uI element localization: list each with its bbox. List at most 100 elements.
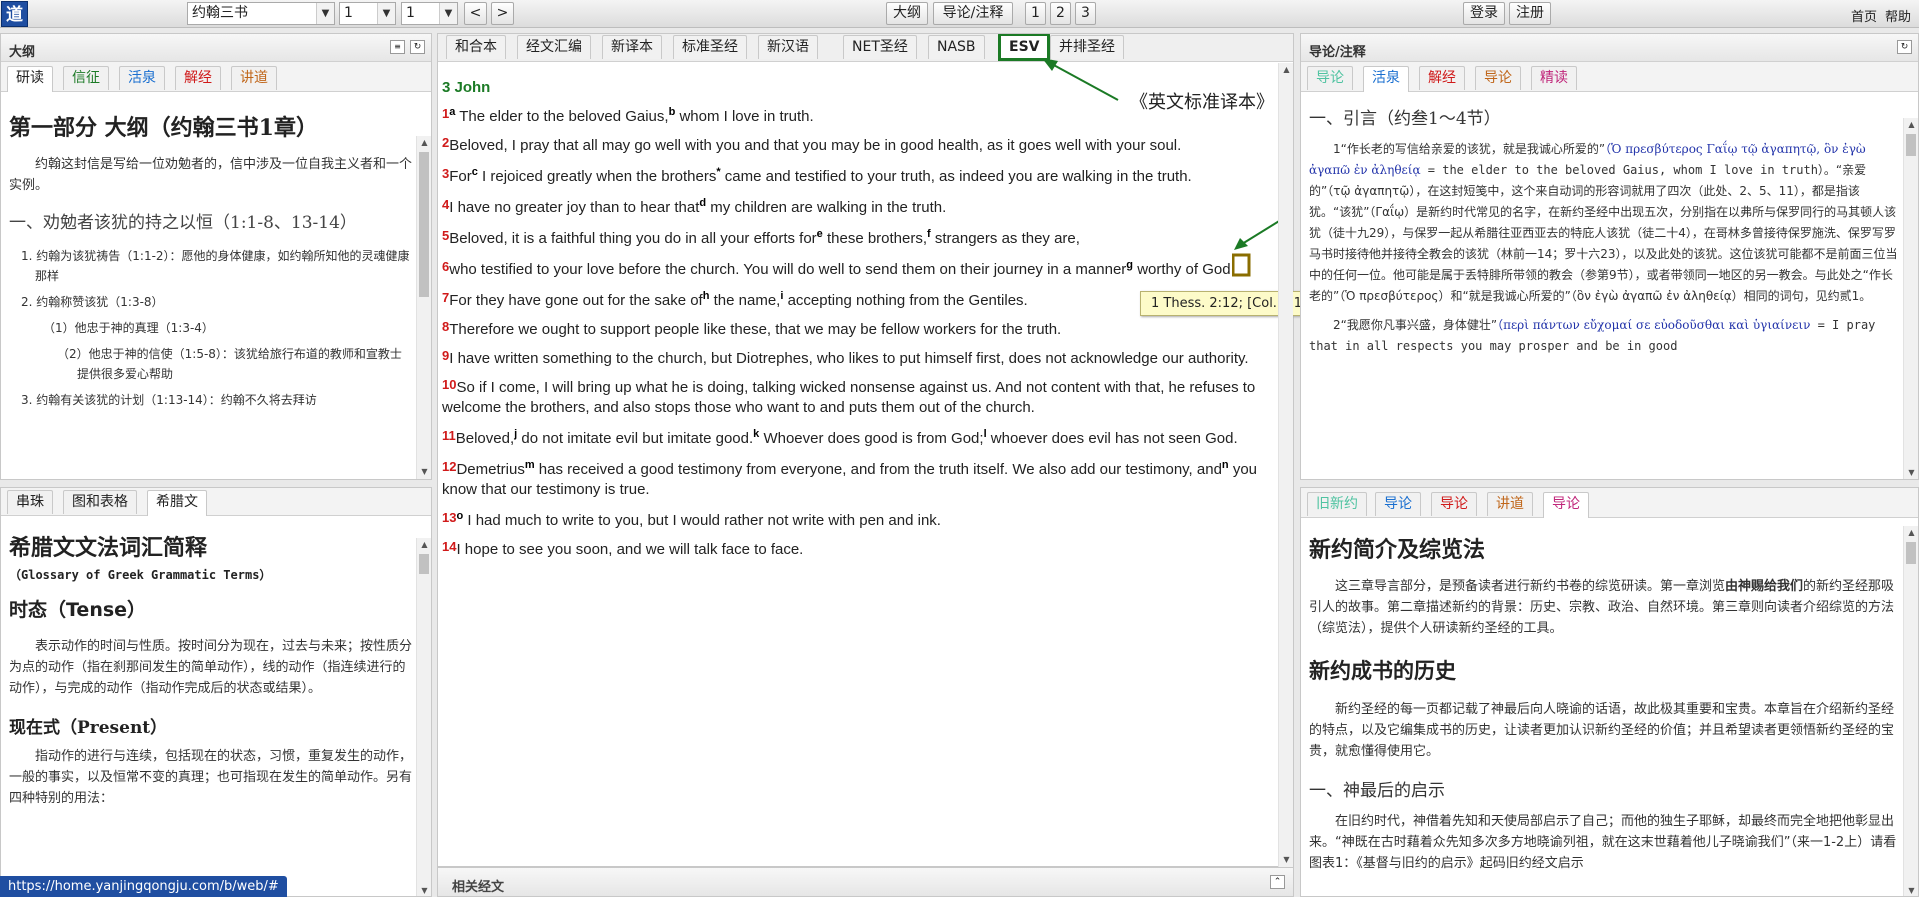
tab-sermon[interactable]: 讲道: [1487, 492, 1533, 516]
tab-living-spring[interactable]: 活泉: [1363, 66, 1409, 92]
glossary-scrollbar[interactable]: ▲ ▼: [416, 538, 431, 896]
verse-text: I had much to write to you, but I would …: [463, 512, 941, 529]
tab-new-translation[interactable]: 新译本: [602, 35, 662, 59]
verse-text: I rejoiced greatly when the brothers: [477, 168, 717, 185]
scroll-thumb[interactable]: [419, 152, 429, 297]
app-logo[interactable]: 道: [1, 1, 28, 27]
page-3-button[interactable]: 3: [1075, 2, 1096, 25]
footnote-marker[interactable]: n: [1222, 459, 1229, 471]
verse-text: I hope to see you soon, and we will talk…: [456, 541, 804, 558]
verse-number[interactable]: 13: [442, 510, 456, 525]
verse-text: Beloved,: [455, 430, 515, 447]
footnote-marker[interactable]: m: [525, 459, 535, 471]
intro-commentary-button[interactable]: 导论/注释: [933, 2, 1013, 25]
outline-scrollbar[interactable]: ▲ ▼: [416, 136, 431, 479]
related-verses-label: 相关经文: [452, 880, 505, 895]
page-2-button[interactable]: 2: [1050, 2, 1071, 25]
intro-panel: 旧新约 导论 导论 讲道 导论 新约简介及综览法 这三章导言部分，是预备读者进行…: [1300, 487, 1919, 897]
scroll-thumb[interactable]: [1906, 542, 1916, 564]
tab-exegesis[interactable]: 解经: [175, 66, 221, 90]
outline-section-1: 一、劝勉者该犹的持之以恒（1:1-8、13-14）: [9, 213, 357, 233]
tab-living-spring[interactable]: 活泉: [119, 66, 165, 90]
tab-faith[interactable]: 信征: [63, 66, 109, 90]
tab-cuv[interactable]: 和合本: [446, 35, 506, 59]
list-item: 2. 约翰称赞该犹（1:3-8）: [21, 295, 164, 309]
prev-button[interactable]: <: [464, 2, 487, 25]
help-link[interactable]: 帮助: [1885, 6, 1911, 25]
commentary-header: 导论/注释 ↻: [1301, 34, 1918, 62]
scroll-thumb[interactable]: [1906, 134, 1916, 156]
book-select[interactable]: 约翰三书 ▼: [187, 2, 335, 25]
verse-number[interactable]: 12: [442, 459, 456, 474]
tab-cross-ref[interactable]: 串珠: [7, 490, 53, 514]
tab-net[interactable]: NET圣经: [843, 35, 917, 59]
version-tabs: 和合本 经文汇编 新译本 标准圣经 新汉语 NET圣经 NASB ESV 并排圣…: [438, 34, 1293, 62]
intro-scrollbar[interactable]: ▲ ▼: [1903, 526, 1918, 896]
refresh-icon[interactable]: ↻: [410, 40, 425, 54]
tab-intro-2[interactable]: 导论: [1475, 66, 1521, 90]
tab-intro[interactable]: 导论: [1307, 66, 1353, 90]
scroll-up-icon[interactable]: ▲: [1904, 118, 1918, 132]
list-item: （1）他忠于神的真理（1:3-4）: [43, 321, 214, 335]
verse-1: 1a The elder to the beloved Gaius,b whom…: [442, 102, 1293, 127]
verse-number[interactable]: 14: [442, 539, 456, 554]
tab-sermon[interactable]: 讲道: [231, 66, 277, 90]
scroll-up-icon[interactable]: ▲: [417, 538, 431, 552]
register-button[interactable]: 注册: [1509, 2, 1551, 25]
tab-charts[interactable]: 图和表格: [63, 490, 137, 514]
verse-text: has received a good testimony from every…: [534, 461, 1222, 478]
scroll-down-icon[interactable]: ▼: [417, 884, 431, 896]
tab-intro-2[interactable]: 导论: [1431, 492, 1477, 516]
scroll-up-icon[interactable]: ▲: [417, 136, 431, 150]
verse-text: came and testified to your truth, as ind…: [720, 168, 1192, 185]
present-paragraph: 指动作的进行与连续，包括现在的状态，习惯，重复发生的动作，一般的事实，以及恒常不…: [9, 749, 413, 806]
tab-intro[interactable]: 导论: [1375, 492, 1421, 516]
refresh-icon[interactable]: ↻: [1897, 40, 1912, 54]
tab-old-new[interactable]: 旧新约: [1307, 492, 1367, 516]
scroll-thumb[interactable]: [419, 554, 429, 574]
verse-text: these brothers,: [822, 230, 928, 247]
tab-new-chinese[interactable]: 新汉语: [758, 35, 818, 59]
next-button[interactable]: >: [491, 2, 514, 25]
tab-intro-3[interactable]: 导论: [1543, 492, 1589, 518]
expand-icon[interactable]: ⌃: [1270, 875, 1285, 889]
verse-number[interactable]: 11: [442, 428, 456, 443]
login-button[interactable]: 登录: [1463, 2, 1505, 25]
tab-concordance[interactable]: 经文汇编: [517, 35, 591, 59]
intro-content: 新约简介及综览法 这三章导言部分，是预备读者进行新约书卷的综览研读。第一章浏览由…: [1309, 524, 1899, 894]
commentary-heading: 一、引言（约叁1～4节）: [1309, 109, 1501, 129]
chapter-select[interactable]: 1 ▼: [339, 2, 396, 25]
tab-standard-bible[interactable]: 标准圣经: [673, 35, 747, 59]
commentary-panel: 导论/注释 ↻ 导论 活泉 解经 导论 精读 一、引言（约叁1～4节） 1“作长…: [1300, 33, 1919, 480]
list-icon[interactable]: ≡: [390, 40, 405, 54]
related-verses-bar[interactable]: 相关经文 ⌃: [437, 867, 1294, 897]
outline-button[interactable]: 大纲: [886, 2, 928, 25]
scroll-up-icon[interactable]: ▲: [1904, 526, 1918, 540]
intro-heading-3: 一、神最后的启示: [1309, 781, 1445, 801]
verse-select[interactable]: 1 ▼: [401, 2, 458, 25]
outline-title: 大纲: [9, 45, 36, 60]
verse-text: the name,: [709, 292, 781, 309]
tab-exegesis[interactable]: 解经: [1419, 66, 1465, 90]
commentary-scrollbar[interactable]: ▲ ▼: [1903, 118, 1918, 479]
tense-heading: 时态（Tense）: [9, 599, 147, 621]
scroll-down-icon[interactable]: ▼: [1904, 466, 1918, 479]
tab-close-reading[interactable]: 精读: [1531, 66, 1577, 90]
verse-text: For they have gone out for the sake of: [449, 292, 703, 309]
intro-tabs: 旧新约 导论 导论 讲道 导论: [1301, 488, 1918, 518]
tab-nasb[interactable]: NASB: [928, 35, 985, 59]
verse-4: 4I have no greater joy than to hear that…: [442, 193, 1293, 218]
verse-number[interactable]: 10: [442, 377, 456, 392]
verse-8: 8Therefore we ought to support people li…: [442, 317, 1293, 340]
verse-text: So if I come, I will bring up what he is…: [442, 379, 1256, 416]
chevron-down-icon: ▼: [377, 3, 395, 24]
tab-study[interactable]: 研读: [7, 66, 53, 92]
commentary-v2: 2“我愿你凡事兴盛，身体健壮”（περὶ πάντων εὔχομαί σε ε…: [1309, 318, 1876, 353]
home-link[interactable]: 首页: [1851, 6, 1877, 25]
verse-text: worthy of God.: [1133, 261, 1235, 278]
page-1-button[interactable]: 1: [1025, 2, 1046, 25]
book-title: 3 John: [442, 79, 491, 96]
scroll-down-icon[interactable]: ▼: [417, 465, 431, 479]
tab-greek[interactable]: 希腊文: [147, 490, 207, 516]
scroll-down-icon[interactable]: ▼: [1904, 884, 1918, 896]
